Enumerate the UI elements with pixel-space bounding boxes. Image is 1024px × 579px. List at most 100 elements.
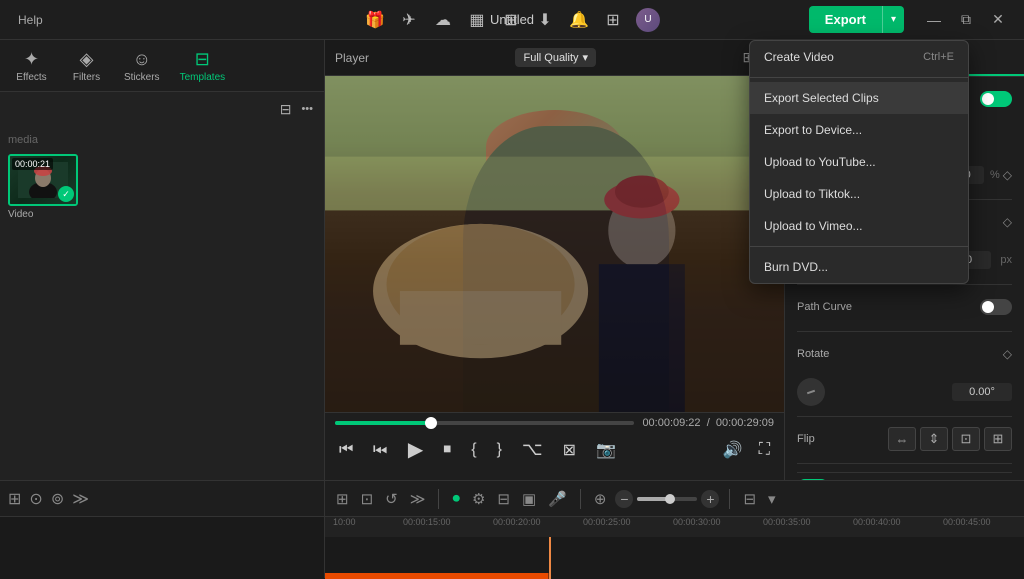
step-back-button[interactable]: ⏭	[369, 439, 391, 461]
flip-option-2[interactable]: ⊞	[984, 427, 1012, 451]
menu-item-create-video[interactable]: Create Video Ctrl+E	[750, 41, 968, 73]
snapshot-button[interactable]: 📷	[592, 438, 620, 462]
progress-thumb[interactable]	[425, 417, 437, 429]
send-icon[interactable]: ✈	[398, 9, 420, 31]
timeline-track	[325, 537, 1024, 579]
stop-button[interactable]: ⏹	[439, 439, 455, 461]
export-dropdown-button[interactable]: ▾	[882, 6, 904, 33]
timeline-undo-icon[interactable]: ↺	[382, 487, 401, 511]
timeline-add-icon[interactable]: ⊕	[591, 487, 610, 511]
rotate-keyframe-icon[interactable]: ◇	[1003, 347, 1012, 361]
rotate-knob[interactable]	[797, 378, 825, 406]
progress-track[interactable]	[335, 421, 634, 425]
menu-item-upload-youtube[interactable]: Upload to YouTube...	[750, 146, 968, 178]
media-thumbnail[interactable]: 00:00:21 ✓	[8, 154, 78, 206]
player-header: Player Full Quality ▾ ⊞ ⊡	[325, 40, 784, 76]
tab-templates[interactable]: ⊟ Templates	[170, 45, 236, 87]
bottom-left-panel: ⊞ ⊙ ⊚ ≫	[0, 480, 325, 578]
volume-button[interactable]: 🔊	[719, 438, 747, 462]
path-curve-toggle[interactable]	[980, 299, 1012, 315]
media-check-icon: ✓	[58, 186, 74, 202]
zoom-in-button[interactable]: +	[701, 490, 719, 508]
menu-item-burn-dvd[interactable]: Burn DVD...	[750, 251, 968, 283]
window-controls: — ⧉ ✕	[920, 10, 1012, 30]
apps-icon[interactable]: ⊞	[602, 9, 624, 31]
notification-icon[interactable]: 🔔	[568, 9, 590, 31]
export-dropdown-menu: Create Video Ctrl+E Export Selected Clip…	[749, 40, 969, 284]
tab-effects[interactable]: ✦ Effects	[4, 45, 59, 87]
mark-in-button[interactable]: {	[467, 439, 480, 461]
timeline-record-icon[interactable]: ⏺	[449, 487, 463, 510]
quality-selector[interactable]: Full Quality ▾	[515, 48, 596, 67]
detach-icon[interactable]: ⊙	[29, 489, 42, 509]
rewind-button[interactable]: ⏮	[335, 439, 357, 461]
path-curve-label: Path Curve	[797, 301, 852, 313]
rotate-label: Rotate	[797, 348, 829, 360]
layout-icon[interactable]: ⊞	[500, 9, 522, 31]
timeline-progress-indicator	[325, 573, 1024, 579]
timeline-add-track-icon[interactable]: ⊞	[333, 487, 352, 511]
more-icon[interactable]: •••	[298, 100, 316, 118]
filter-icon[interactable]: ⊟	[277, 98, 295, 121]
minimize-button[interactable]: —	[920, 10, 948, 30]
cloud-icon[interactable]: ☁	[432, 9, 454, 31]
zoom-slider[interactable]	[637, 497, 697, 501]
zoom-thumb[interactable]	[665, 494, 675, 504]
timeline-panel: ⊞ ⊡ ↺ ≫ ⏺ ⚙ ⊟ ▣ 🎤 ⊕ − + ⊟ ▾ 10:00 00:00:…	[325, 480, 1024, 578]
upload-youtube-label: Upload to YouTube...	[764, 155, 876, 169]
quality-label: Full Quality	[523, 52, 578, 64]
play-button[interactable]: ▶	[404, 435, 427, 464]
tab-stickers[interactable]: ☺ Stickers	[114, 45, 170, 87]
menu-item-upload-tiktok[interactable]: Upload to Tiktok...	[750, 178, 968, 210]
ruler-mark-0: 10:00	[333, 517, 356, 527]
rotate-value[interactable]: 0.00°	[952, 383, 1012, 401]
export-button[interactable]: Export	[809, 6, 882, 33]
timeline-snap-icon[interactable]: ⊟	[494, 487, 513, 511]
timeline-grid-view-icon[interactable]: ⊟	[740, 487, 759, 511]
flip-option-1[interactable]: ⊡	[952, 427, 980, 451]
timeline-settings-icon[interactable]: ⚙	[469, 487, 488, 511]
playback-controls: ⏮ ⏭ ▶ ⏹ { } ⌥ ⊠ 📷	[335, 435, 620, 464]
scale-toggle-knob	[982, 93, 994, 105]
ruler-mark-6: 00:00:40:00	[853, 517, 901, 527]
split-button[interactable]: ⌥	[518, 437, 547, 462]
timeline-redo-icon[interactable]: ≫	[407, 487, 429, 511]
scale-y-unit: %	[990, 169, 1000, 181]
flip-horizontal-button[interactable]: ⇔	[888, 427, 916, 451]
mark-out-button[interactable]: }	[493, 439, 506, 461]
tab-filters[interactable]: ◈ Filters	[59, 45, 114, 87]
history-icon[interactable]: ⊚	[51, 489, 64, 509]
scale-toggle[interactable]	[980, 91, 1012, 107]
toolbar-divider-2	[580, 489, 581, 509]
menu-item-upload-vimeo[interactable]: Upload to Vimeo...	[750, 210, 968, 242]
help-button[interactable]: Help	[12, 11, 49, 29]
compositing-row: Compositing ◇	[797, 472, 1012, 480]
maximize-button[interactable]: ⧉	[952, 10, 980, 30]
grid-icon[interactable]: ▦	[466, 9, 488, 31]
zoom-out-button[interactable]: −	[615, 490, 633, 508]
menu-item-export-selected[interactable]: Export Selected Clips	[750, 82, 968, 114]
menu-item-export-device[interactable]: Export to Device...	[750, 114, 968, 146]
avatar[interactable]: U	[636, 8, 660, 32]
timeline-clip-icon[interactable]: ⊡	[358, 487, 377, 511]
upload-tiktok-label: Upload to Tiktok...	[764, 187, 860, 201]
close-button[interactable]: ✕	[984, 10, 1012, 30]
fullscreen-button[interactable]: ⛶	[755, 439, 774, 461]
timeline-more-icon[interactable]: ▾	[765, 487, 779, 511]
export-device-label: Export to Device...	[764, 123, 862, 137]
position-keyframe-icon[interactable]: ◇	[1003, 215, 1012, 229]
timeline-mark-icon[interactable]: ▣	[519, 487, 539, 511]
trim-button[interactable]: ⊠	[559, 438, 580, 462]
time-current: 00:00:09:22 / 00:00:29:09	[642, 417, 774, 429]
filters-icon: ◈	[80, 49, 94, 70]
ruler-mark-2: 00:00:20:00	[493, 517, 541, 527]
create-video-shortcut: Ctrl+E	[923, 51, 954, 63]
timeline-audio-icon[interactable]: 🎤	[545, 487, 570, 511]
transition-icon[interactable]: ≫	[72, 489, 89, 509]
ruler-mark-3: 00:00:25:00	[583, 517, 631, 527]
download-icon[interactable]: ⬇	[534, 9, 556, 31]
gift-icon[interactable]: 🎁	[364, 9, 386, 31]
scale-y-keyframe-icon[interactable]: ◇	[1003, 168, 1012, 182]
flip-vertical-button[interactable]: ⇕	[920, 427, 948, 451]
add-media-icon[interactable]: ⊞	[8, 489, 21, 509]
